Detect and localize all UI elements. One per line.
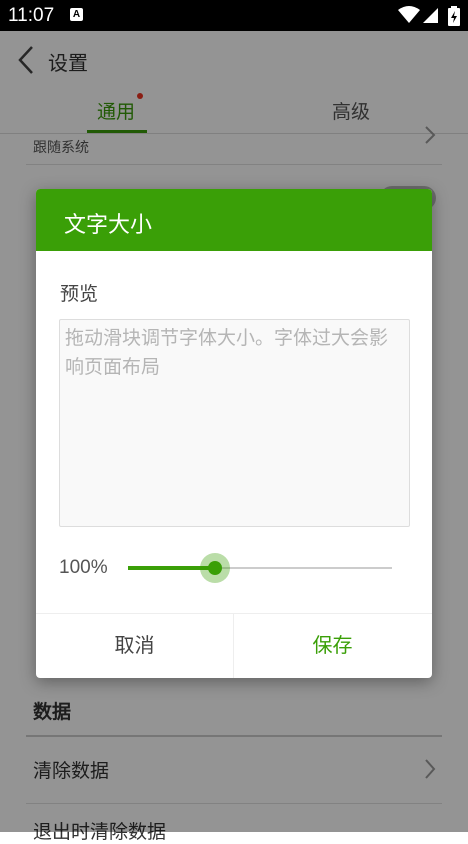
preview-label: 预览 [60,283,99,305]
status-bar: 11:07 A [0,0,468,31]
battery-icon [448,6,460,26]
save-button[interactable]: 保存 [234,614,431,678]
dialog-actions: 取消 保存 [36,613,432,678]
slider-thumb[interactable] [208,561,222,575]
signal-icon [423,8,438,23]
cancel-button[interactable]: 取消 [36,614,234,678]
font-size-slider[interactable] [128,553,392,583]
notification-icon: A [70,8,83,21]
dialog-header: 文字大小 [36,189,432,251]
preview-box: 拖动滑块调节字体大小。字体过大会影响页面布局 [59,319,410,527]
font-size-percent: 100% [59,557,108,578]
clock: 11:07 [8,5,55,26]
font-size-dialog: 文字大小 预览 拖动滑块调节字体大小。字体过大会影响页面布局 100% 取消 保… [36,189,432,678]
wifi-icon [398,6,420,23]
dialog-title: 文字大小 [64,213,153,238]
preview-text: 拖动滑块调节字体大小。字体过大会影响页面布局 [65,327,389,378]
